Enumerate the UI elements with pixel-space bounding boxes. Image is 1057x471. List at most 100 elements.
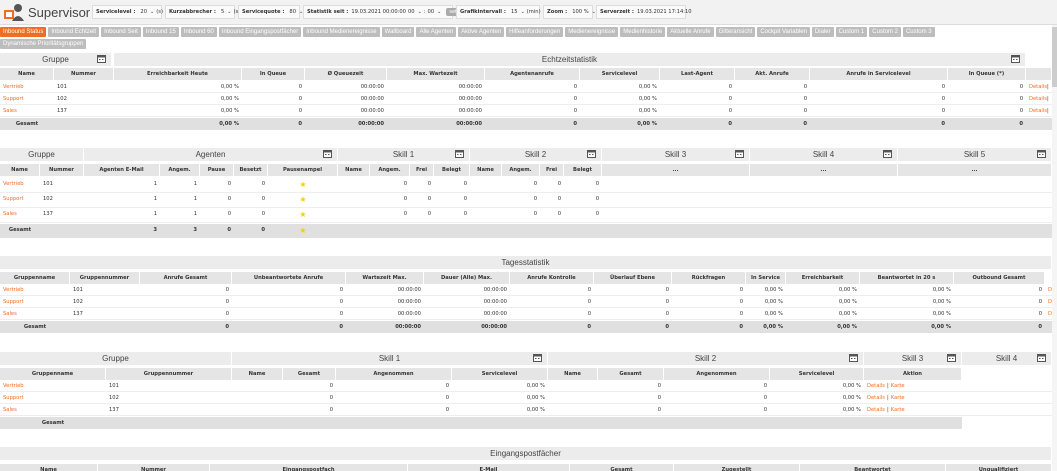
details-link[interactable]: Details bbox=[1029, 108, 1047, 114]
value-cell: 0 bbox=[803, 108, 807, 114]
section-header-4: Skill 3 bbox=[602, 148, 750, 161]
group-name-link[interactable]: Vertrieb bbox=[0, 178, 40, 190]
tab-dyn-0[interactable]: Dynamische Prioritätsgruppen bbox=[0, 39, 87, 49]
group-number: 137 bbox=[43, 211, 53, 217]
calendar-icon[interactable] bbox=[849, 354, 858, 362]
minute-select[interactable]: 00 ⌄ bbox=[426, 9, 444, 15]
tab-bar: Inbound Status Inbound Echtzeit Inbound Se… bbox=[0, 27, 1057, 38]
group-number: 102 bbox=[109, 395, 119, 401]
value-cell: 0 bbox=[427, 181, 431, 187]
group-name-link[interactable]: Vertrieb bbox=[0, 81, 54, 93]
control-select[interactable]: 5 ⌄ bbox=[219, 9, 234, 15]
calendar-icon[interactable] bbox=[1037, 150, 1046, 158]
tab-18[interactable]: Custom 2 bbox=[869, 27, 901, 37]
calendar-icon[interactable] bbox=[735, 150, 744, 158]
control-value: 15 bbox=[510, 9, 518, 15]
scrollbar-thumb[interactable] bbox=[1052, 27, 1057, 87]
control-select[interactable]: 20 ⌄ bbox=[138, 9, 156, 15]
group-name-link[interactable]: Sales bbox=[0, 404, 106, 416]
column-header: Dauer (Alle) Max. bbox=[424, 272, 510, 284]
tab-0[interactable]: Inbound Status bbox=[0, 27, 47, 37]
map-link[interactable]: Karte bbox=[891, 383, 905, 389]
tab-2[interactable]: Inbound Seit bbox=[101, 27, 141, 37]
calendar-icon[interactable] bbox=[455, 150, 464, 158]
calendar-icon[interactable] bbox=[533, 354, 542, 362]
details-link[interactable]: Details bbox=[867, 395, 885, 401]
control-select[interactable]: 15 ⌄ bbox=[509, 9, 527, 15]
value-cell: 0 bbox=[941, 84, 945, 90]
group-name-link[interactable]: Support bbox=[0, 193, 40, 205]
page-scrollbar[interactable] bbox=[1052, 25, 1057, 471]
section-header-1-label: Skill 1 bbox=[378, 354, 401, 363]
value-cell: 0 bbox=[427, 196, 431, 202]
value-cell: 0 bbox=[445, 383, 449, 389]
value-cell: 0,00 % bbox=[932, 287, 951, 293]
value-cell: 0 bbox=[1038, 311, 1042, 317]
calendar-icon[interactable] bbox=[97, 55, 106, 63]
tab-12[interactable]: Medienhistorie bbox=[620, 27, 666, 37]
control-select[interactable]: 100 % ⌄ bbox=[570, 9, 598, 15]
details-link[interactable]: Details bbox=[867, 407, 885, 413]
tab-15[interactable]: Cockpit Variablen bbox=[757, 27, 810, 37]
hour-value: 00 bbox=[407, 9, 415, 15]
tab-11[interactable]: Medienereignisse bbox=[565, 27, 619, 37]
section-header-6-label: Skill 5 bbox=[963, 150, 986, 159]
details-link[interactable]: Details bbox=[1029, 84, 1047, 90]
map-link[interactable]: Karte bbox=[891, 395, 905, 401]
supervisor-app: Supervisor Servicelevel :20 ⌄ (s) Kurzabbre… bbox=[0, 0, 1057, 471]
details-link[interactable]: D bbox=[1045, 284, 1052, 296]
column-header-actions bbox=[1026, 68, 1052, 80]
tab-17[interactable]: Custom 1 bbox=[835, 27, 868, 37]
tagesstatistik-table: Tagesstatistik Gruppenname Gruppennummer An… bbox=[0, 256, 1052, 336]
group-name-link[interactable]: Sales bbox=[0, 105, 54, 117]
tab-19[interactable]: Custom 3 bbox=[902, 27, 935, 37]
tab-13[interactable]: Aktuelle Anrufe bbox=[667, 27, 714, 37]
column-header: Angem. bbox=[160, 164, 200, 176]
star-icon: ★ bbox=[299, 209, 307, 219]
group-name-link[interactable]: Vertrieb bbox=[0, 284, 70, 296]
group-name-link[interactable]: Support bbox=[0, 392, 106, 404]
tab-14[interactable]: Gitteransicht bbox=[715, 27, 756, 37]
column-header: Name bbox=[338, 164, 370, 176]
value-cell: 0 bbox=[261, 211, 265, 217]
map-link[interactable]: Karte bbox=[891, 407, 905, 413]
control-6: Serverzeit :19.03.2021 17:14:10 bbox=[596, 5, 692, 19]
tab-8[interactable]: Alle Agenten bbox=[416, 27, 457, 37]
calendar-icon[interactable] bbox=[1037, 354, 1046, 362]
group-name-link[interactable]: Vertrieb bbox=[0, 380, 106, 392]
details-link[interactable]: D bbox=[1045, 308, 1052, 320]
group-number: 137 bbox=[73, 311, 83, 317]
group-name-link[interactable]: Support bbox=[0, 93, 54, 105]
group-name-link[interactable]: Sales bbox=[0, 208, 40, 220]
tab-16[interactable]: Dialer bbox=[811, 27, 834, 37]
column-header: Frei bbox=[410, 164, 434, 176]
calendar-icon[interactable] bbox=[947, 354, 956, 362]
calendar-icon[interactable] bbox=[587, 150, 596, 158]
total-cell: 00:00:00 bbox=[395, 324, 421, 330]
total-cell: 0,00 % bbox=[219, 121, 239, 127]
details-link[interactable]: D bbox=[1045, 296, 1052, 308]
tab-4[interactable]: Inbound 60 bbox=[180, 27, 217, 37]
details-link[interactable]: Details bbox=[867, 383, 885, 389]
table-header-row: Name Nummer Agenten E-Mail Angem. Pause Beset… bbox=[0, 164, 1052, 176]
tab-9[interactable]: Aktive Agenten bbox=[458, 27, 505, 37]
total-cell: 00:00:00 bbox=[358, 121, 384, 127]
total-cell: 00:00:00 bbox=[456, 121, 482, 127]
value-cell: 0 bbox=[329, 407, 333, 413]
value-cell: 0 bbox=[1019, 96, 1023, 102]
hour-select[interactable]: 00 ⌄ bbox=[406, 9, 424, 15]
details-link[interactable]: Details bbox=[1029, 96, 1047, 102]
tab-3[interactable]: Inbound 15 bbox=[142, 27, 179, 37]
section-header-2-label: Skill 1 bbox=[392, 150, 415, 159]
tab-6[interactable]: Inbound Medienereignisse bbox=[303, 27, 380, 37]
group-name-link[interactable]: Sales bbox=[0, 308, 70, 320]
tab-1[interactable]: Inbound Echtzeit bbox=[48, 27, 100, 37]
tab-5[interactable]: Inbound Eingangspostfächer bbox=[218, 27, 302, 37]
calendar-icon[interactable] bbox=[323, 150, 332, 158]
calendar-icon[interactable] bbox=[1011, 55, 1020, 63]
tab-10[interactable]: Hilfeanforderungen bbox=[506, 27, 564, 37]
column-header: Besetzt bbox=[234, 164, 268, 176]
group-name-link[interactable]: Support bbox=[0, 296, 70, 308]
tab-7[interactable]: Wallboard bbox=[381, 27, 415, 37]
calendar-icon[interactable] bbox=[883, 150, 892, 158]
